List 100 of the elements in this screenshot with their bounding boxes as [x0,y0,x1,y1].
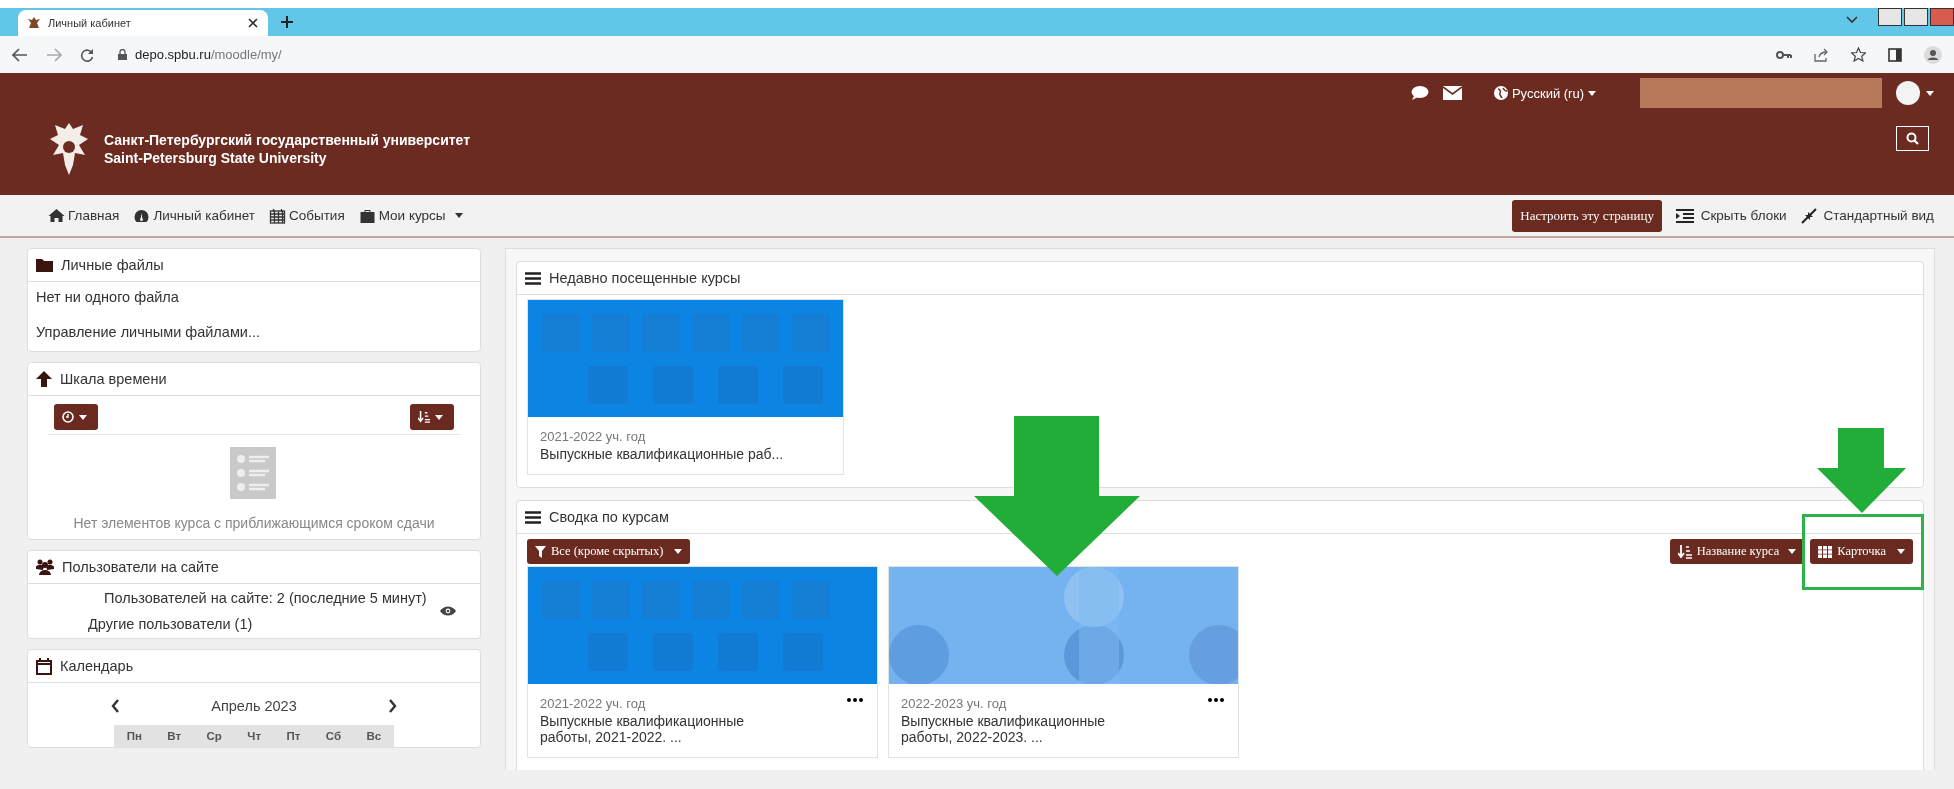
menu-icon [525,510,541,524]
clock-icon [62,411,74,423]
course-category: 2021-2022 уч. год [540,429,647,444]
address-field[interactable]: depo.spbu.ru/moodle/my/ [112,45,288,64]
course-card[interactable]: 2021-2022 уч. год Выпускные квалификационные раб... [527,299,844,475]
more-button[interactable] [1208,698,1224,702]
empty-timeline-text: Нет элементов курса с приближающимся сроком сдачи [72,515,436,531]
home-icon [48,207,65,224]
calendar-icon [36,657,52,675]
course-category: 2022-2023 уч. год [901,696,1008,711]
course-category: 2021-2022 уч. год [540,696,647,711]
calendar-icon [268,207,286,224]
avatar[interactable] [1896,81,1920,105]
course-name[interactable]: Выпускные квалификационные раб... [540,446,831,462]
online-users-count: Пользователей на сайте: 2 (последние 5 минут) [103,590,428,606]
search-button[interactable] [1896,125,1929,151]
weekday-label: Вт [167,730,182,742]
standard-view-link[interactable]: Стандартный вид [1800,207,1934,224]
reload-icon[interactable] [80,47,94,62]
grid-icon [1818,545,1833,558]
compress-icon [1800,207,1817,224]
caret-icon [674,549,683,554]
block-title: Недавно посещенные курсы [549,270,741,286]
weekday-label: Сб [325,730,342,742]
block-title: Личные файлы [61,257,164,273]
sort-icon [418,410,430,424]
chevron-icon[interactable] [1846,16,1858,24]
mail-icon[interactable] [1442,86,1462,100]
clock-dropdown[interactable] [54,404,98,430]
files-text: Нет ни одного файла [35,288,180,307]
more-icon [847,698,863,702]
caret-icon [1788,549,1797,554]
back-icon[interactable] [12,47,28,62]
course-card[interactable]: 2021-2022 уч. год Выпускные квалификационные работы, 2021-2022. ... [527,566,878,758]
new-tab-icon[interactable] [280,15,294,29]
caret-icon[interactable] [1926,90,1934,96]
chevron-right-icon [388,699,397,713]
weekday-label: Чт [247,730,262,742]
nav-link[interactable]: Мои курсы [358,207,463,224]
key-icon[interactable] [1776,49,1792,60]
gauge-icon [133,207,151,224]
close-button[interactable] [1930,8,1954,26]
briefcase-icon [358,207,376,224]
filter-icon [535,545,546,558]
side-panel-icon[interactable] [1888,47,1902,62]
folder-icon [36,258,53,272]
users-icon [36,559,54,575]
hide-blocks-link[interactable]: Скрыть блоки [1675,208,1787,223]
chat-icon[interactable] [1410,85,1429,101]
share-icon[interactable] [1814,47,1829,62]
nav-link[interactable]: События [268,207,345,224]
view-dropdown[interactable]: Карточка [1810,539,1913,564]
profile-icon[interactable] [1924,45,1942,64]
more-button[interactable] [847,698,863,702]
other-users-text: Другие пользователи (1) [87,616,254,632]
university-name: Санкт-Петербургский государственный университет [104,132,471,148]
caret-icon [435,414,443,420]
month-label: Апрель 2023 [211,698,297,714]
crest-icon [28,17,40,29]
filter-dropdown[interactable]: Все (кроме скрытых) [527,539,691,564]
block-title: Шкала времени [60,371,167,387]
close-icon[interactable] [248,18,258,28]
block-title: Пользователи на сайте [62,559,219,575]
lock-icon [118,49,127,60]
collapse-icon [1675,208,1694,223]
files-text: Управление личными файлами... [35,322,262,342]
previous-month-button[interactable] [109,697,122,715]
weekday-label: Пт [286,730,301,742]
chevron-left-icon [111,699,120,713]
university-name-english: Saint-Petersburg State University [104,150,328,166]
arrow-up-icon [36,371,52,387]
weekday-label: Пн [126,730,142,742]
customize-page-button[interactable]: Настроить эту страницу [1512,199,1662,232]
caret-icon [1588,90,1596,96]
sort-dropdown[interactable]: Название курса [1669,539,1805,564]
sort-dropdown[interactable] [410,404,454,430]
star-icon[interactable] [1851,47,1866,62]
sort-icon [1677,544,1692,559]
maximize-button[interactable] [1904,8,1928,26]
course-card[interactable]: 2022-2023 уч. год Выпускные квалификационные работы, 2022-2023. ... [888,566,1239,758]
list-icon [230,447,278,501]
caret-icon [1897,549,1905,554]
nav-link[interactable]: Главная [48,207,120,224]
eye-icon[interactable] [440,606,456,616]
next-month-button[interactable] [386,697,399,715]
course-name[interactable]: Выпускные квалификационные работы, 2022-2023. ... [901,713,1131,745]
weekday-label: Вс [366,730,382,742]
block-title: Календарь [60,658,134,674]
minimize-button[interactable] [1878,8,1902,26]
browser-tab[interactable]: Личный кабинет [18,10,268,36]
weekday-label: Ср [206,730,222,742]
nav-link[interactable]: Личный кабинет [133,207,255,224]
globe-icon [1493,86,1508,100]
block-title: Сводка по курсам [549,509,669,525]
language-menu[interactable]: Русский (ru) [1493,85,1596,101]
more-icon [1208,698,1224,702]
course-name[interactable]: Выпускные квалификационные работы, 2021-2022. ... [540,713,770,745]
menu-icon [525,271,541,285]
search-icon [1906,131,1919,145]
caret-icon [79,414,87,420]
